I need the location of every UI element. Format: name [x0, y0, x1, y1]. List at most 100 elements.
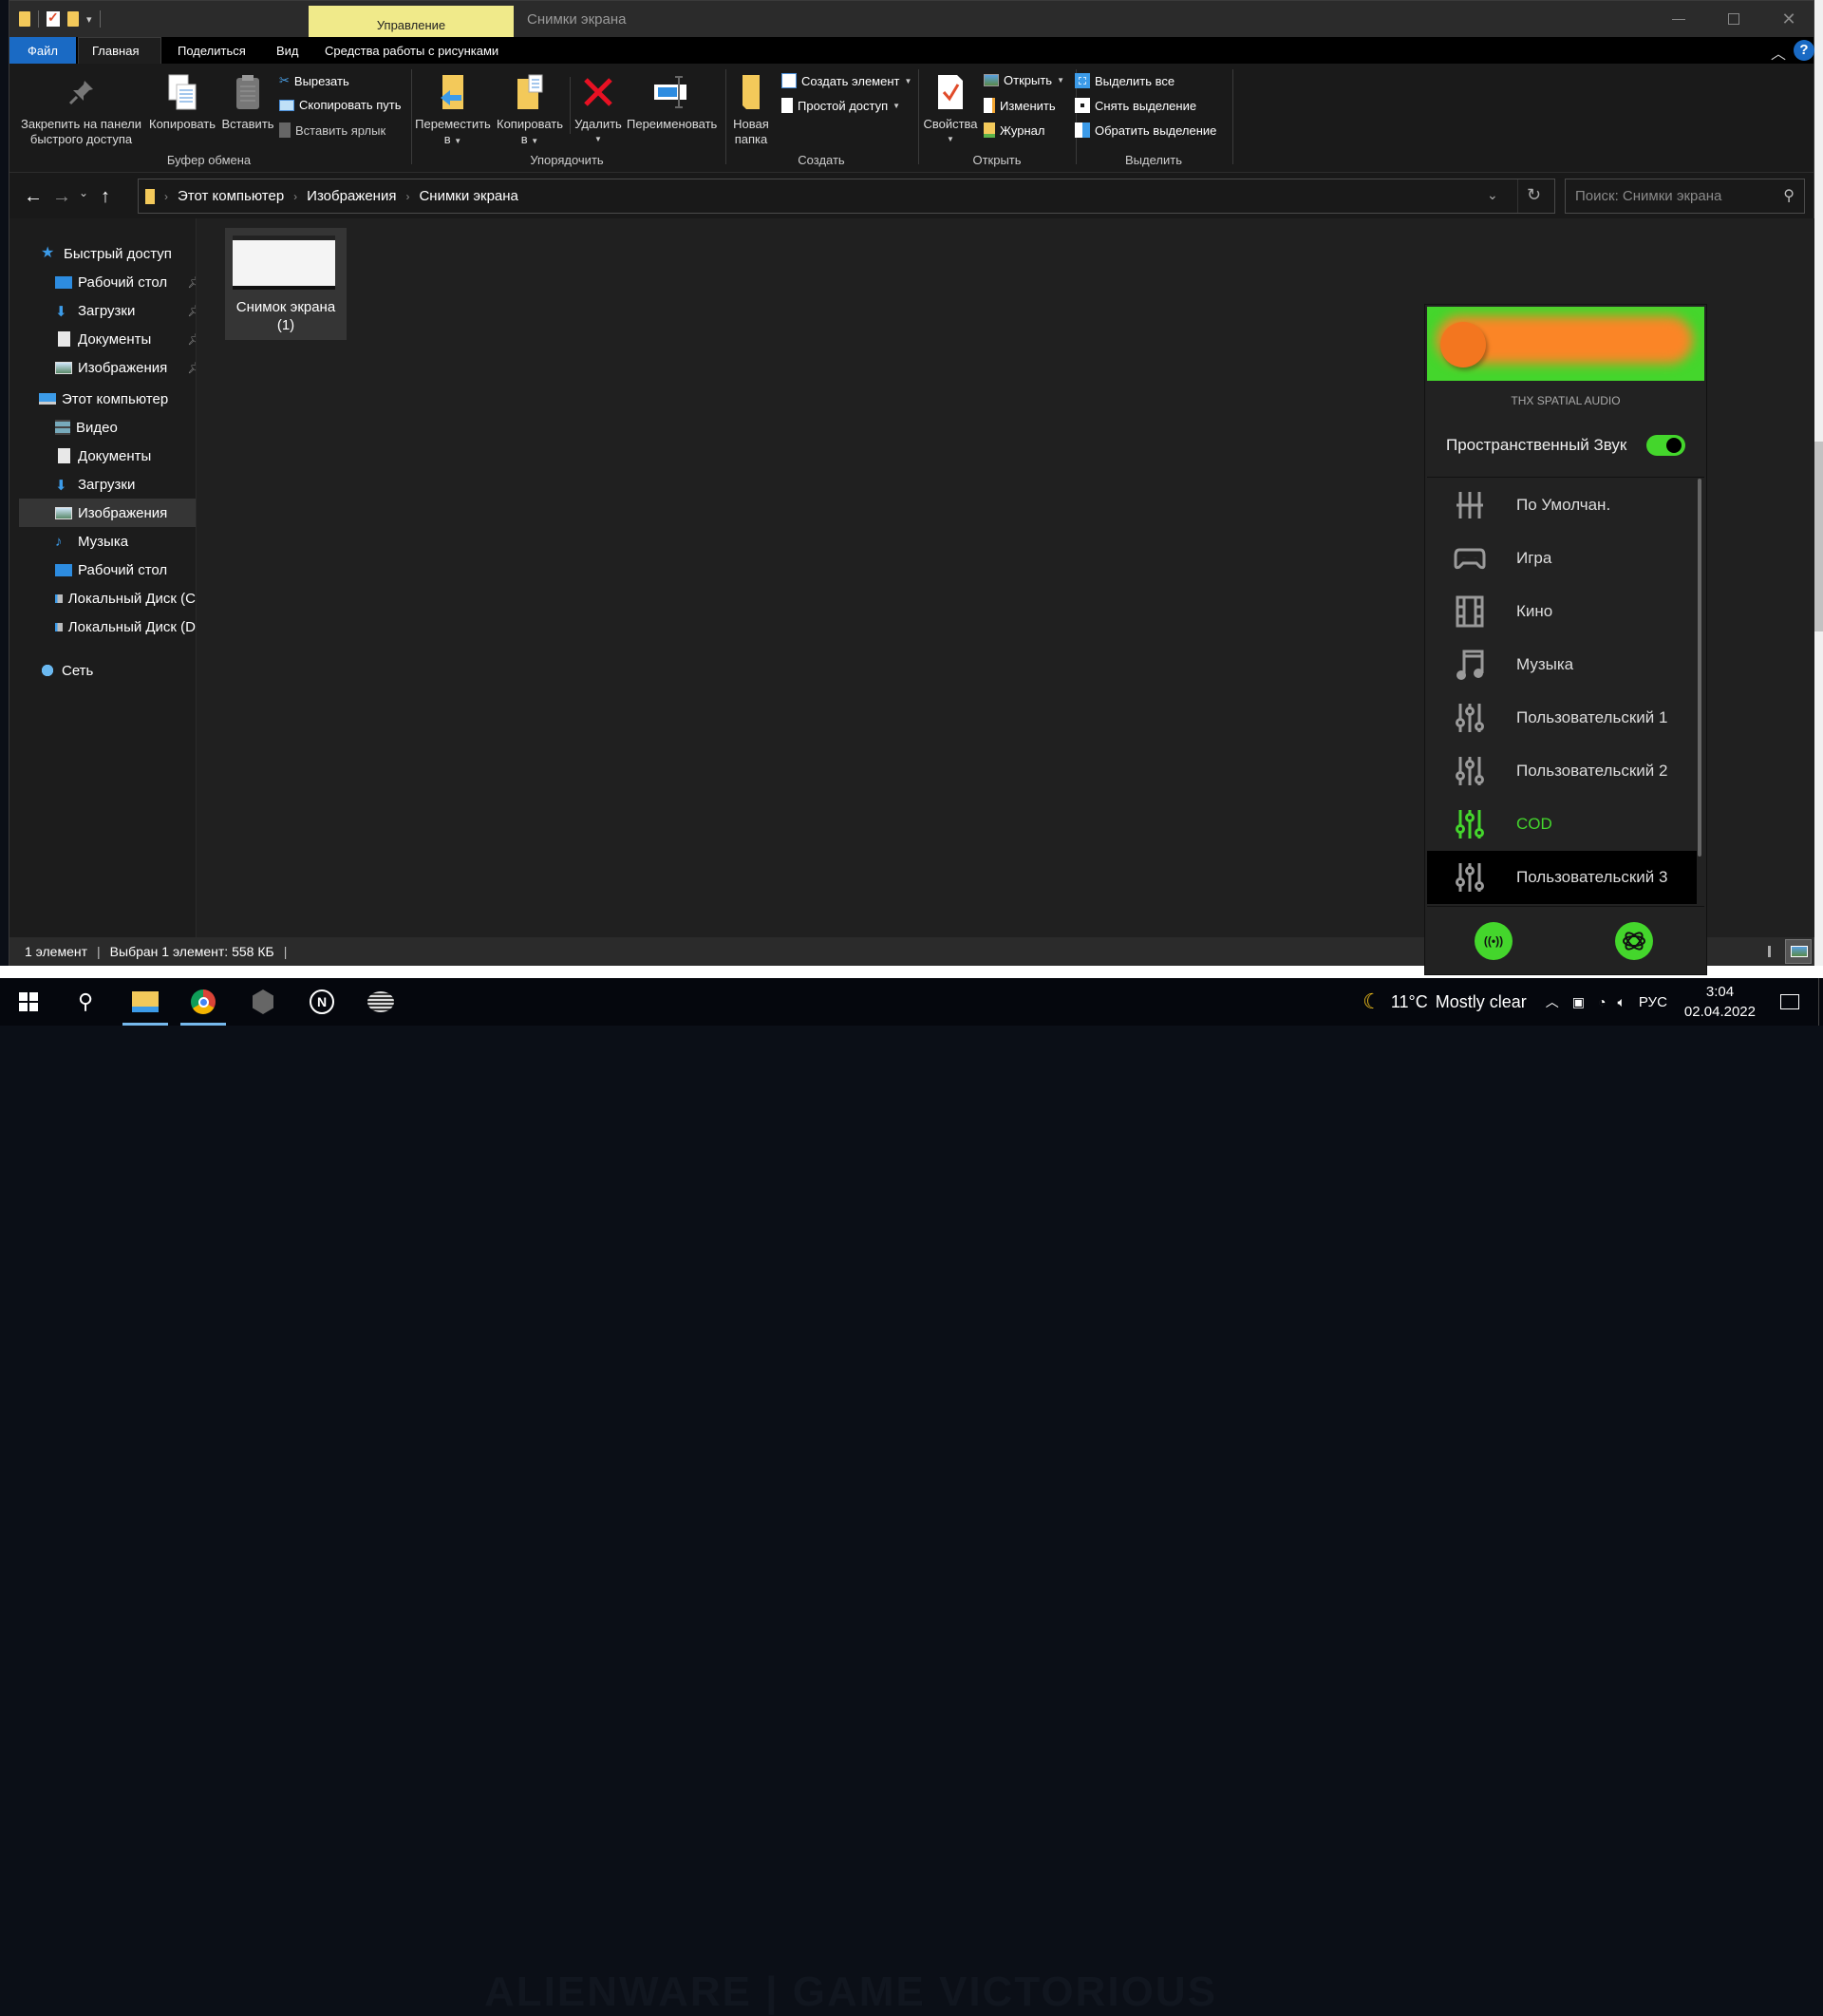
invert-selection-button[interactable]: Обратить выделение — [1075, 122, 1216, 138]
weather-icon[interactable]: ☾ — [1363, 989, 1381, 1014]
audio-mode-item[interactable]: Пользовательский 3 — [1427, 851, 1697, 904]
audio-mode-item[interactable]: Пользовательский 2 — [1427, 744, 1697, 798]
this-pc-item[interactable]: Видео — [19, 413, 196, 442]
file-item[interactable]: Снимок экрана (1) — [225, 228, 347, 340]
open-button[interactable]: Открыть ▼ — [984, 73, 1064, 87]
tab-view[interactable]: Вид — [263, 37, 312, 64]
audio-mode-item[interactable]: Пользовательский 1 — [1427, 691, 1697, 744]
easy-access-button[interactable]: Простой доступ ▼ — [781, 98, 900, 113]
background-window-scrollbar[interactable] — [1814, 0, 1823, 978]
spatial-sound-toggle[interactable] — [1646, 435, 1685, 456]
search-icon[interactable]: ⚲ — [1783, 186, 1795, 205]
mode-list-scrollbar[interactable] — [1698, 479, 1701, 857]
this-pc-item[interactable]: ♪ Музыка — [19, 527, 196, 556]
breadcrumb-this-pc[interactable]: Этот компьютер — [178, 188, 284, 204]
wifi-icon[interactable]: ◔ — [1598, 994, 1606, 1009]
nav-quick-access[interactable]: ★ Быстрый доступ — [41, 239, 172, 268]
this-pc-item[interactable]: ⬇ Загрузки — [19, 470, 196, 499]
properties-button[interactable]: Свойства ▼ — [921, 71, 980, 147]
history-button[interactable]: Журнал — [984, 122, 1044, 138]
close-button[interactable]: ✕ — [1767, 5, 1811, 33]
audio-mode-item[interactable]: COD — [1427, 798, 1697, 851]
collapse-ribbon-icon[interactable]: ︿ — [1771, 41, 1786, 64]
pin-icon[interactable]: 📌︎ — [187, 303, 196, 318]
this-pc-item[interactable]: Локальный Диск (D — [19, 612, 196, 641]
tab-share[interactable]: Поделиться — [164, 37, 259, 64]
move-to-button[interactable]: Переместить в ▼ — [415, 71, 491, 149]
rename-button[interactable]: Переименовать — [627, 71, 717, 132]
thx-settings-button[interactable] — [1615, 922, 1653, 960]
copy-path-button[interactable]: Скопировать путь — [279, 98, 402, 112]
select-all-button[interactable]: Выделить все — [1075, 73, 1175, 88]
avatar[interactable] — [1440, 322, 1486, 367]
large-icons-view-button[interactable] — [1785, 939, 1812, 964]
select-none-button[interactable]: Снять выделение — [1075, 98, 1196, 113]
tab-file[interactable]: Файл — [9, 37, 76, 64]
taskbar-app-3[interactable] — [352, 978, 409, 1026]
forward-button[interactable]: → — [47, 186, 76, 208]
taskbar-chrome[interactable] — [175, 978, 232, 1026]
paste-button[interactable]: Вставить — [220, 71, 275, 132]
audio-broadcast-button[interactable]: ((•)) — [1475, 922, 1513, 960]
start-button[interactable] — [0, 978, 57, 1026]
minimize-button[interactable] — [1657, 5, 1701, 33]
volume-icon[interactable]: 🔈︎ — [1617, 994, 1625, 1010]
quick-access-item[interactable]: Документы 📌︎ — [19, 325, 196, 353]
breadcrumb-screenshots[interactable]: Снимки экрана — [419, 188, 517, 204]
show-hidden-icons[interactable]: ︿ — [1546, 992, 1559, 1011]
new-folder-button[interactable]: Новая папка — [727, 71, 775, 147]
new-folder-icon[interactable] — [67, 11, 79, 27]
up-button[interactable]: ↑ — [91, 186, 120, 208]
show-desktop-button[interactable] — [1818, 978, 1823, 1026]
audio-mode-item[interactable]: По Умолчан. — [1427, 479, 1697, 532]
customize-toolbar-icon[interactable]: ▾ — [86, 13, 92, 26]
this-pc-item[interactable]: Локальный Диск (C — [19, 584, 196, 612]
scrollbar-thumb[interactable] — [1814, 442, 1823, 631]
properties-icon[interactable] — [47, 9, 60, 27]
quick-access-item[interactable]: Изображения 📌︎ — [19, 353, 196, 382]
new-item-button[interactable]: Создать элемент ▼ — [781, 73, 912, 88]
back-button[interactable]: ← — [19, 186, 47, 208]
language-indicator[interactable]: РУС — [1639, 994, 1667, 1010]
chevron-right-icon[interactable]: › — [164, 190, 168, 203]
delete-button[interactable]: Удалить ▼ — [572, 71, 625, 147]
audio-mode-item[interactable]: Игра — [1427, 532, 1697, 585]
this-pc-item[interactable]: Рабочий стол — [19, 556, 196, 584]
refresh-icon[interactable]: ↻ — [1527, 185, 1541, 205]
address-history-dropdown-icon[interactable]: ⌄ — [1487, 187, 1498, 203]
search-button[interactable]: ⚲ — [57, 978, 114, 1026]
pin-icon[interactable]: 📌︎ — [187, 331, 196, 347]
address-bar[interactable]: › Этот компьютер › Изображения › Снимки … — [138, 179, 1555, 214]
recent-locations-button[interactable]: ⌄ — [76, 186, 91, 208]
quick-access-item[interactable]: ⬇ Загрузки 📌︎ — [19, 296, 196, 325]
cut-button[interactable]: ✂ Вырезать — [279, 73, 349, 88]
maximize-button[interactable] — [1712, 5, 1756, 33]
copy-button[interactable]: Копировать — [147, 71, 217, 132]
search-input[interactable]: Поиск: Снимки экрана ⚲ — [1565, 179, 1805, 214]
taskbar-file-explorer[interactable] — [117, 978, 174, 1026]
notifications-icon[interactable] — [1780, 994, 1799, 1009]
help-icon[interactable]: ? — [1794, 40, 1814, 61]
chevron-right-icon[interactable]: › — [405, 190, 409, 203]
edit-button[interactable]: Изменить — [984, 98, 1056, 113]
audio-mode-item[interactable]: Музыка — [1427, 638, 1697, 691]
pin-quick-access-button[interactable]: Закрепить на панели быстрого доступа — [17, 71, 145, 147]
taskbar-app-2[interactable]: N — [293, 978, 350, 1026]
breadcrumb-pictures[interactable]: Изображения — [307, 188, 396, 204]
paste-shortcut-button[interactable]: Вставить ярлык — [279, 122, 385, 138]
audio-mode-item[interactable]: Кино — [1427, 585, 1697, 638]
tab-home[interactable]: Главная — [78, 37, 161, 64]
quick-access-item[interactable]: Рабочий стол 📌︎ — [19, 268, 196, 296]
nav-network[interactable]: Сеть — [39, 656, 93, 685]
this-pc-item[interactable]: Документы — [19, 442, 196, 470]
copy-to-button[interactable]: Копировать в ▼ — [492, 71, 568, 149]
pin-icon[interactable]: 📌︎ — [187, 360, 196, 375]
clock[interactable]: 3:04 02.04.2022 — [1684, 982, 1756, 1022]
chevron-right-icon[interactable]: › — [293, 190, 297, 203]
tab-picture-tools[interactable]: Средства работы с рисунками — [311, 37, 512, 64]
taskbar-app-1[interactable] — [235, 978, 291, 1026]
details-view-button[interactable] — [1768, 946, 1781, 957]
pin-icon[interactable]: 📌︎ — [187, 274, 196, 290]
nav-this-pc[interactable]: Этот компьютер — [39, 385, 168, 413]
weather-text[interactable]: Mostly clear — [1436, 992, 1527, 1012]
